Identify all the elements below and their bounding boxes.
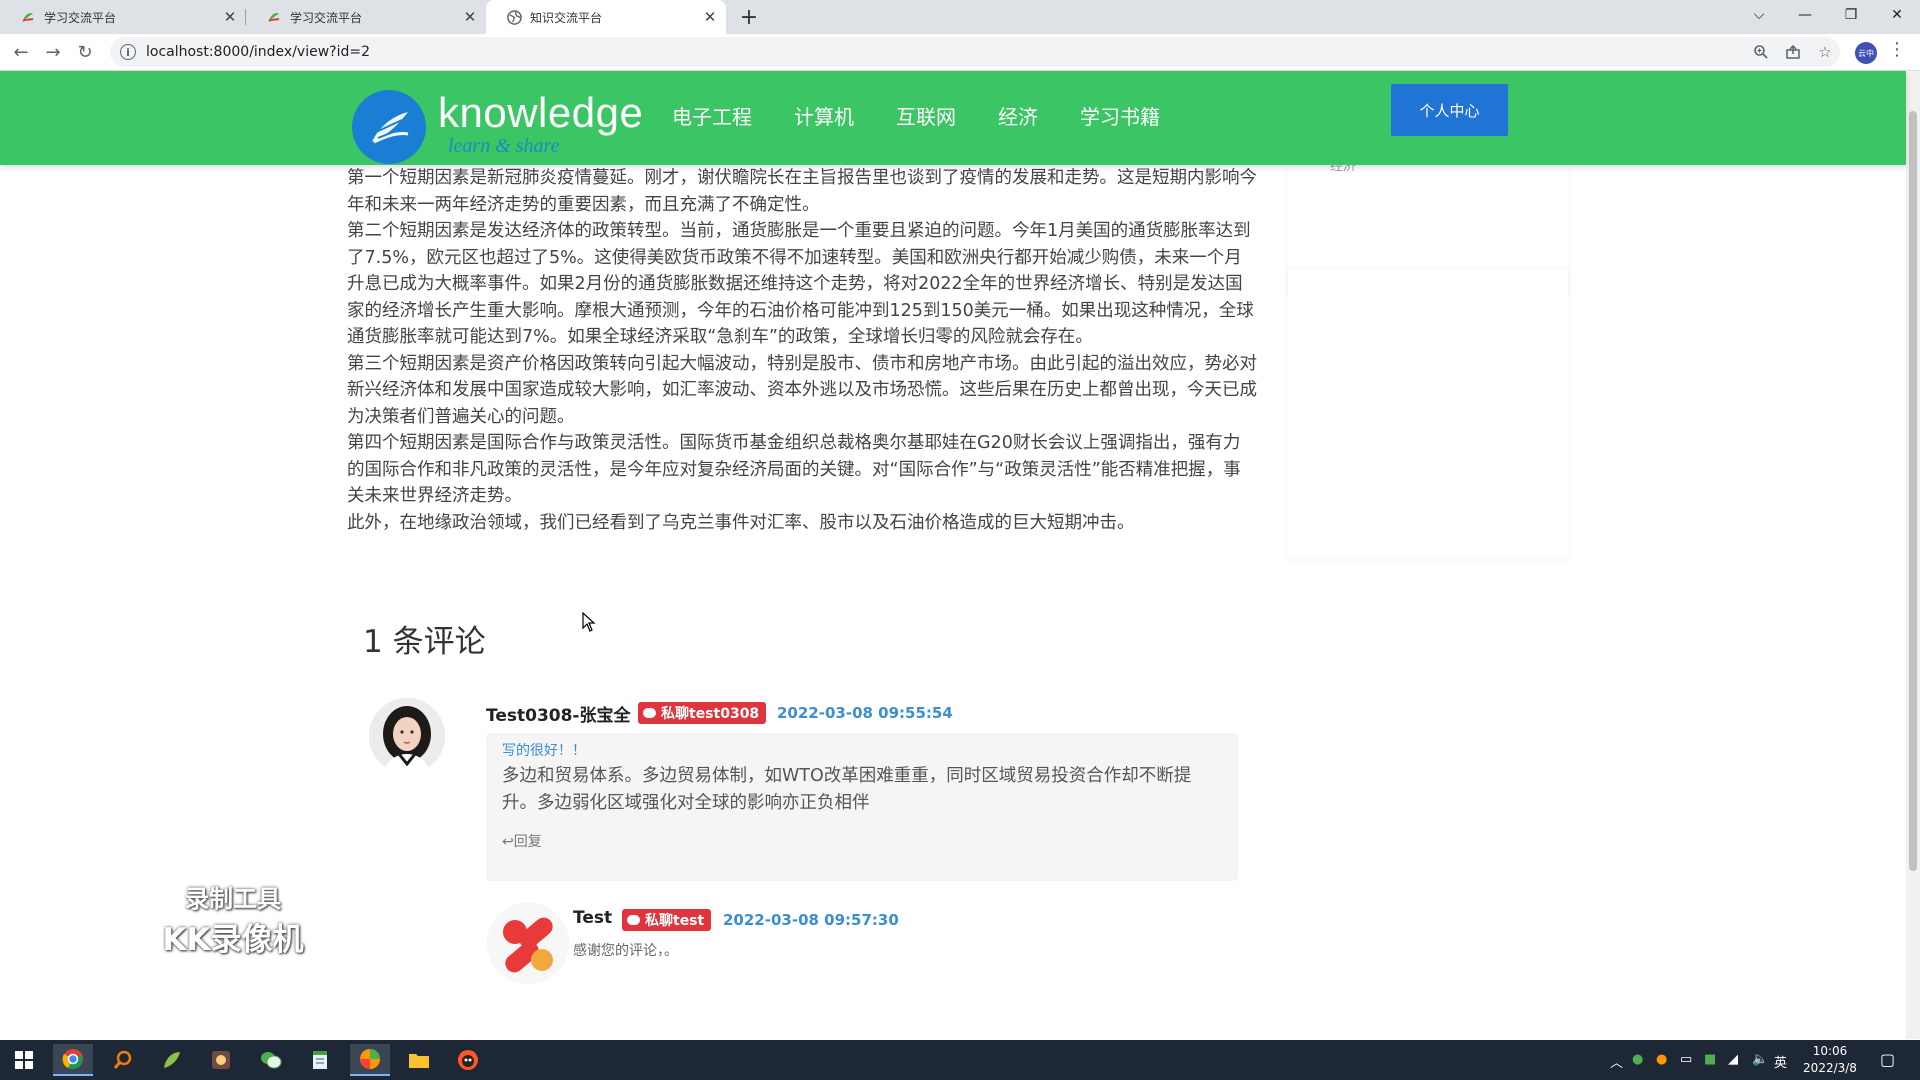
reply-arrow-icon: ↩: [502, 834, 514, 850]
reply-timestamp: 2022-03-08 09:57:30: [723, 911, 899, 929]
menu-item-study-books[interactable]: 学习书籍: [1080, 101, 1160, 130]
tray-wechat-icon[interactable]: ●: [1632, 1052, 1643, 1067]
comment-quote: 写的很好！！: [502, 743, 586, 759]
tray-network-icon[interactable]: ◢: [1728, 1052, 1738, 1067]
globe-icon: [506, 9, 522, 25]
menu-item-electronic-engineering[interactable]: 电子工程: [672, 101, 752, 130]
clock-date: 2022/3/8: [1803, 1061, 1857, 1075]
main-menu: 电子工程 计算机 互联网 经济 学习书籍: [672, 101, 1202, 130]
search-icon[interactable]: [103, 1044, 143, 1076]
chrome-icon[interactable]: [53, 1044, 93, 1076]
share-icon[interactable]: [1779, 38, 1807, 66]
watermark-line-2: KK录像机: [162, 922, 304, 958]
menu-item-computer[interactable]: 计算机: [794, 101, 854, 130]
address-bar[interactable]: i localhost:8000/index/view?id=2: [110, 37, 1840, 67]
comment-text: 多边和贸易体系。多边贸易体制，如WTO改革困难重重，同时区域贸易投资合作却不断提…: [502, 766, 1192, 813]
article-paragraph: 第一个短期因素是新冠肺炎疫情蔓延。刚才，谢伏瞻院长在主旨报告里也谈到了疫情的发展…: [347, 168, 1257, 215]
recorder-watermark: 录制工具 KK录像机: [158, 879, 308, 959]
clock-time: 10:06: [1812, 1044, 1848, 1058]
scrollbar-thumb[interactable]: [1909, 111, 1917, 871]
file-explorer-icon[interactable]: [399, 1044, 439, 1076]
comment-author-name: Test0308-张宝全: [486, 706, 631, 726]
mouse-cursor-icon: [582, 611, 596, 636]
avatar[interactable]: [487, 902, 569, 984]
notification-center-icon[interactable]: ▢: [1880, 1050, 1895, 1069]
article-paragraph: 第三个短期因素是资产价格因政策转向引起大幅波动，特别是股市、债市和房地产市场。由…: [347, 353, 1257, 427]
notepad-icon[interactable]: [300, 1044, 340, 1076]
bookmark-star-icon[interactable]: ☆: [1811, 38, 1839, 66]
site-logo-subtitle: learn & share: [448, 135, 560, 157]
fox-app-icon[interactable]: [448, 1044, 488, 1076]
tab-title: 学习交流平台: [44, 10, 117, 25]
site-favicon-icon: [266, 9, 282, 25]
tray-volume-icon[interactable]: 🔈: [1752, 1052, 1768, 1067]
avatar[interactable]: [369, 698, 445, 774]
wechat-icon[interactable]: [251, 1044, 291, 1076]
new-tab-button[interactable]: +: [736, 4, 762, 30]
tab-title: 知识交流平台: [530, 10, 603, 25]
site-header: knowledge learn & share 电子工程 计算机 互联网 经济 …: [0, 71, 1906, 165]
game-app-icon[interactable]: [201, 1044, 241, 1076]
comment-count-title: 1 条评论: [363, 624, 486, 660]
restore-button[interactable]: ❐: [1828, 0, 1874, 30]
leaf-app-icon[interactable]: [152, 1044, 192, 1076]
reply-author-name: Test: [573, 908, 613, 928]
reload-icon[interactable]: ↻: [71, 38, 99, 66]
comment-content-box: 写的很好！！ 多边和贸易体系。多边贸易体制，如WTO改革困难重重，同时区域贸易投…: [486, 733, 1238, 881]
private-chat-label: 私聊test: [645, 913, 705, 929]
chat-bubble-icon: [627, 915, 640, 925]
article-paragraph: 此外，在地缘政治领域，我们已经看到了乌克兰事件对汇率、股市以及石油价格造成的巨大…: [347, 512, 1135, 533]
private-chat-label: 私聊test0308: [661, 706, 760, 722]
reply-link-label: 回复: [513, 834, 542, 850]
comment-timestamp: 2022-03-08 09:55:54: [777, 704, 953, 722]
tab-close-icon[interactable]: ✕: [700, 8, 720, 26]
site-info-icon[interactable]: i: [120, 44, 136, 60]
article-paragraph: 第二个短期因素是发达经济体的政策转型。当前，通货膨胀是一个重要且紧迫的问题。今年…: [347, 221, 1254, 347]
page-viewport: knowledge learn & share 电子工程 计算机 互联网 经济 …: [0, 71, 1920, 1039]
tab-close-icon[interactable]: ✕: [220, 8, 240, 26]
site-logo-icon[interactable]: [352, 90, 426, 164]
private-chat-button[interactable]: 私聊test0308: [638, 702, 767, 724]
watermark-line-1: 录制工具: [185, 885, 281, 913]
tray-security-icon[interactable]: ■: [1704, 1052, 1716, 1067]
menu-item-economy[interactable]: 经济: [998, 101, 1038, 130]
address-url[interactable]: localhost:8000/index/view?id=2: [146, 44, 370, 60]
windows-start-icon[interactable]: [4, 1044, 44, 1076]
kk-recorder-icon[interactable]: [350, 1044, 390, 1076]
menu-item-internet[interactable]: 互联网: [896, 101, 956, 130]
article-paragraph: 第四个短期因素是国际合作与政策灵活性。国际货币基金组织总裁格奥尔基耶娃在G20财…: [347, 433, 1241, 506]
site-favicon-icon: [20, 9, 36, 25]
browser-tab-1[interactable]: 学习交流平台 ✕: [0, 0, 246, 34]
back-arrow-icon[interactable]: ←: [7, 38, 35, 66]
tray-chevron-icon[interactable]: ︿: [1610, 1052, 1623, 1071]
browser-tab-2[interactable]: 学习交流平台 ✕: [246, 0, 486, 34]
browser-tab-strip: 学习交流平台 ✕ 学习交流平台 ✕ 知识交流平台 ✕ + ⌵ — ❐ ✕: [0, 0, 1920, 34]
browser-tab-3-active[interactable]: 知识交流平台 ✕: [486, 0, 726, 34]
private-chat-button[interactable]: 私聊test: [622, 909, 712, 931]
profile-avatar[interactable]: 云中: [1855, 42, 1877, 64]
tab-close-icon[interactable]: ✕: [460, 8, 480, 26]
zoom-icon[interactable]: [1747, 38, 1775, 66]
site-logo-text[interactable]: knowledge: [438, 89, 643, 137]
reply-link[interactable]: ↩回复: [502, 831, 542, 851]
windows-taskbar: ︿ ● ● ▭ ■ ◢ 🔈 英 10:06 2022/3/8 ▢: [0, 1040, 1920, 1080]
menu-kebab-icon[interactable]: ⋮: [1888, 39, 1906, 60]
tab-title: 学习交流平台: [290, 10, 363, 25]
reply-text: 感谢您的评论，。: [573, 943, 678, 959]
sidebar-card: [1288, 269, 1568, 559]
tray-app-icon[interactable]: ●: [1656, 1052, 1667, 1067]
forward-arrow-icon[interactable]: →: [39, 38, 67, 66]
taskbar-clock[interactable]: 10:06 2022/3/8: [1788, 1043, 1872, 1077]
page-scrollbar[interactable]: [1906, 71, 1920, 1039]
tab-search-chevron-icon[interactable]: ⌵: [1736, 0, 1782, 30]
article-body: 第一个短期因素是新冠肺炎疫情蔓延。刚才，谢伏瞻院长在主旨报告里也谈到了疫情的发展…: [347, 165, 1257, 536]
tray-battery-icon[interactable]: ▭: [1680, 1052, 1692, 1067]
tray-ime-indicator[interactable]: 英: [1774, 1052, 1787, 1071]
close-window-button[interactable]: ✕: [1874, 0, 1920, 30]
minimize-button[interactable]: —: [1782, 0, 1828, 30]
chat-bubble-icon: [643, 708, 656, 718]
user-center-button[interactable]: 个人中心: [1391, 84, 1508, 136]
browser-toolbar: ← → ↻ i localhost:8000/index/view?id=2 ☆…: [0, 34, 1920, 71]
